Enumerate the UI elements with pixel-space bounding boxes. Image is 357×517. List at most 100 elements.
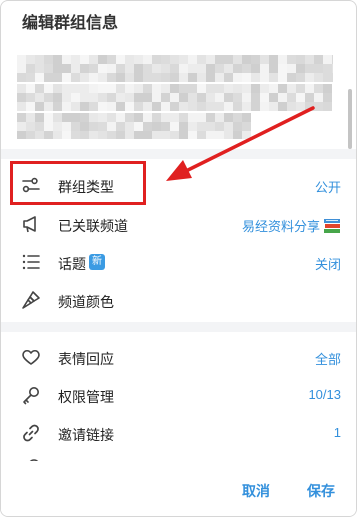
blur-cell: [35, 73, 44, 82]
new-badge: 新: [89, 254, 105, 270]
blur-cell: [296, 64, 305, 73]
row-channel-color[interactable]: 频道颜色: [1, 282, 356, 318]
blur-cell: [278, 73, 287, 82]
blur-cell: [17, 93, 26, 102]
row-permissions[interactable]: 权限管理 10/13: [1, 377, 356, 413]
blur-cell: [143, 113, 152, 122]
blur-cell: [152, 73, 161, 82]
blur-cell: [44, 73, 53, 82]
blur-cell: [71, 102, 80, 111]
row-value: 关闭: [314, 257, 341, 272]
blur-cell: [116, 102, 125, 111]
blur-cell: [269, 64, 278, 73]
blur-cell: [80, 113, 89, 122]
blur-cell: [278, 84, 287, 93]
blur-cell: [89, 131, 98, 139]
blur-cell: [260, 73, 269, 82]
blur-cell: [278, 64, 287, 73]
blur-cell: [152, 113, 161, 122]
blur-cell: [62, 73, 71, 82]
blur-cell: [260, 84, 269, 93]
blur-cell: [26, 93, 35, 102]
blur-cell: [26, 73, 35, 82]
blur-cell: [314, 73, 323, 82]
blur-cell: [107, 93, 116, 102]
blur-cell: [224, 102, 233, 111]
blur-cell: [269, 84, 278, 93]
blur-cell: [224, 84, 233, 93]
blur-cell: [107, 102, 116, 111]
link-icon: [21, 423, 41, 443]
row-label: 已关联频道: [58, 218, 128, 234]
blur-cell: [224, 64, 233, 73]
blur-cell: [296, 73, 305, 82]
blur-cell: [314, 55, 323, 64]
blur-cell: [107, 131, 116, 139]
blur-cell: [125, 113, 134, 122]
row-linked-channel[interactable]: 已关联频道 易经资料分享: [1, 206, 356, 242]
blur-cell: [44, 84, 53, 93]
dialog-footer: 取消 保存: [1, 461, 356, 516]
blur-cell: [215, 64, 224, 73]
blur-cell: [197, 64, 206, 73]
blur-cell: [62, 102, 71, 111]
blur-cell: [17, 113, 26, 122]
blur-cell: [161, 64, 170, 73]
blur-cell: [98, 122, 107, 131]
blur-cell: [260, 64, 269, 73]
blur-cell: [287, 84, 296, 93]
blur-cell: [296, 55, 305, 64]
blur-cell: [215, 113, 224, 122]
blur-cell: [206, 102, 215, 111]
blur-cell: [323, 73, 332, 82]
blur-cell: [53, 64, 62, 73]
blur-cell: [251, 84, 260, 93]
blur-cell: [269, 73, 278, 82]
blur-cell: [71, 84, 80, 93]
blur-cell: [62, 122, 71, 131]
blur-cell: [125, 93, 134, 102]
blur-cell: [242, 102, 251, 111]
blur-cell: [233, 131, 242, 139]
save-button[interactable]: 保存: [307, 481, 335, 501]
blur-cell: [161, 55, 170, 64]
blur-cell: [323, 102, 332, 111]
blur-cell: [197, 84, 206, 93]
megaphone-icon: [21, 214, 41, 234]
row-topics[interactable]: 话题 新 关闭: [1, 244, 356, 280]
blur-cell: [89, 73, 98, 82]
blur-cell: [161, 113, 170, 122]
blur-cell: [44, 102, 53, 111]
blur-cell: [206, 122, 215, 131]
blur-cell: [161, 122, 170, 131]
blur-cell: [233, 122, 242, 131]
blur-cell: [44, 122, 53, 131]
blur-cell: [89, 55, 98, 64]
blur-cell: [26, 122, 35, 131]
blur-cell: [62, 64, 71, 73]
blur-cell: [260, 93, 269, 102]
blur-cell: [125, 73, 134, 82]
blur-cell: [242, 131, 251, 139]
row-reactions[interactable]: 表情回应 全部: [1, 339, 356, 375]
row-invite-links[interactable]: 邀请链接 1: [1, 415, 356, 451]
blur-cell: [170, 55, 179, 64]
blur-cell: [98, 131, 107, 139]
blur-cell: [188, 93, 197, 102]
blur-cell: [233, 84, 242, 93]
blur-cell: [242, 73, 251, 82]
blur-cell: [143, 131, 152, 139]
blur-cell: [143, 64, 152, 73]
row-label: 频道颜色: [58, 294, 114, 310]
blur-cell: [305, 64, 314, 73]
blur-cell: [80, 84, 89, 93]
blur-cell: [17, 84, 26, 93]
blur-cell: [116, 122, 125, 131]
blur-cell: [197, 131, 206, 139]
scrollbar-thumb[interactable]: [348, 89, 352, 149]
cancel-button[interactable]: 取消: [242, 481, 270, 501]
blur-cell: [17, 64, 26, 73]
blur-cell: [35, 131, 44, 139]
blur-cell: [161, 93, 170, 102]
blur-cell: [206, 131, 215, 139]
